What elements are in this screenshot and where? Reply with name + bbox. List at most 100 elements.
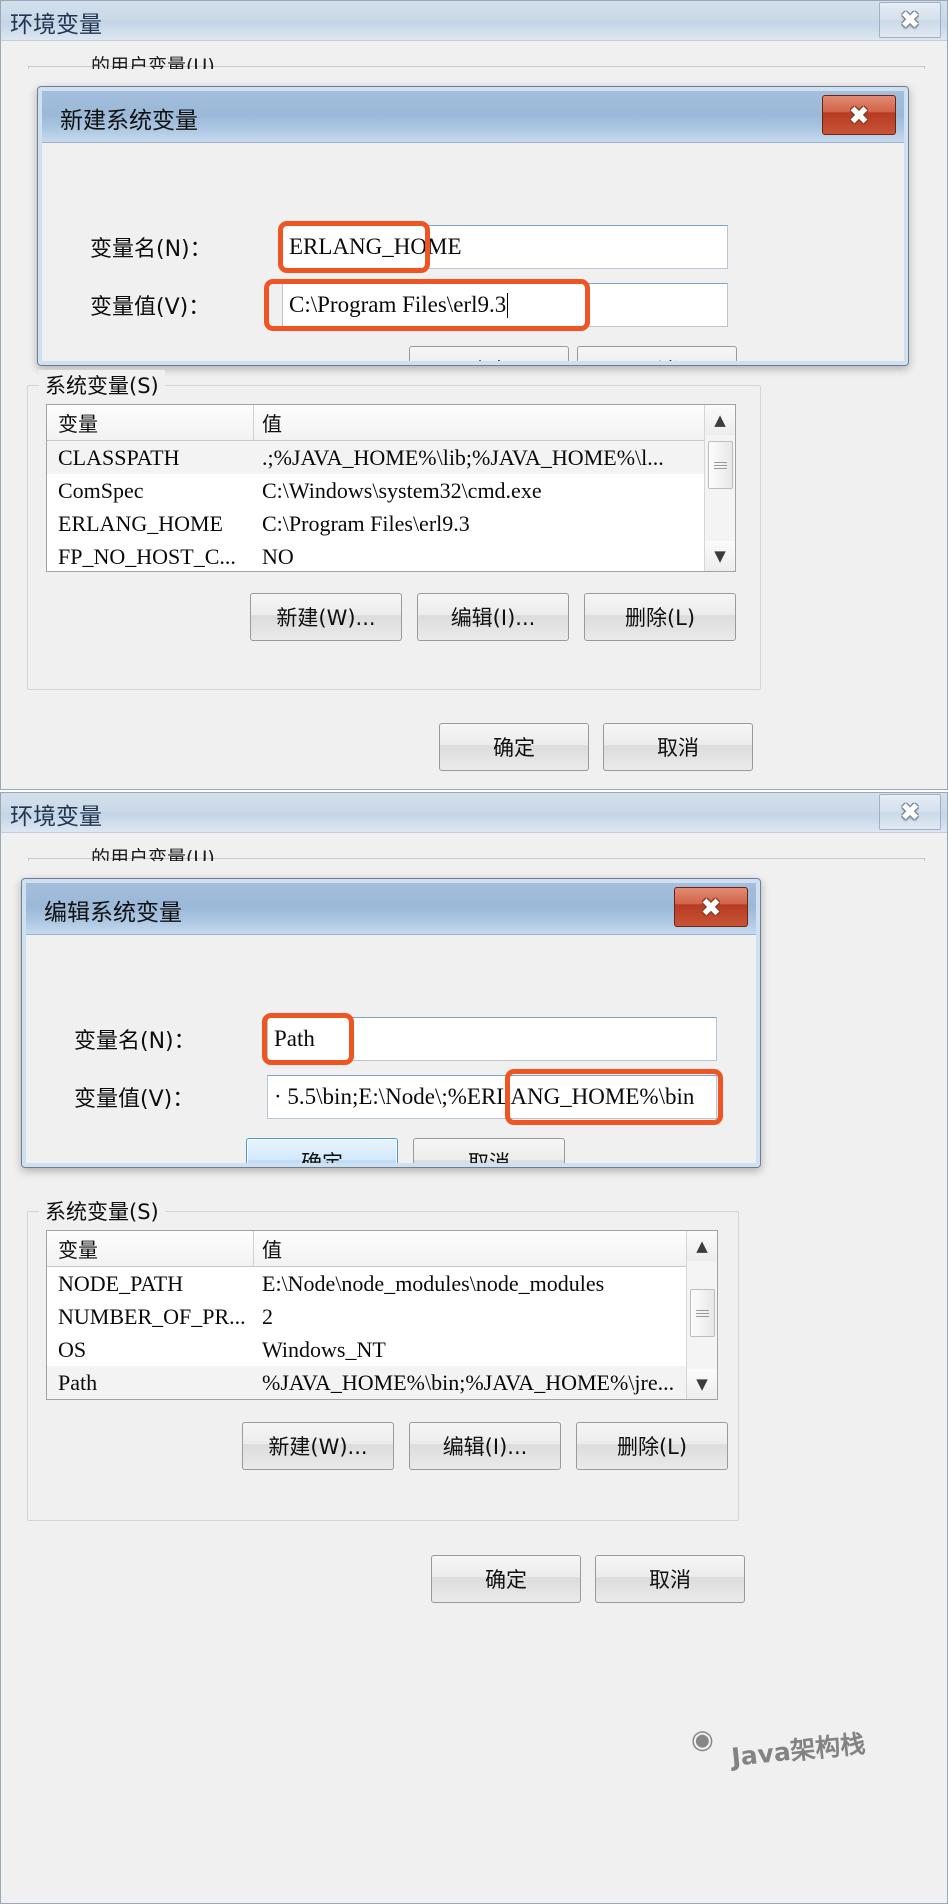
close-icon: ✖ [899, 798, 921, 826]
variable-name-row-edit: 变量名(N)： Path [22, 1017, 760, 1063]
text-caret [507, 292, 509, 318]
table-row[interactable]: ComSpec C:\Windows\system32\cmd.exe [47, 474, 735, 507]
dialog-ok-label-edit: 确定 [301, 1151, 343, 1168]
window-cancel-label-1: 取消 [657, 736, 699, 760]
row-variable-name: ERLANG_HOME [58, 510, 223, 536]
column-header-variable-1: 变量 [47, 405, 254, 440]
scroll-down-icon[interactable]: ▼ [705, 541, 735, 571]
edit-variable-button-2[interactable]: 编辑(I)... [409, 1422, 561, 1470]
row-variable-name: NUMBER_OF_PR... [58, 1303, 246, 1329]
window-cancel-label-2: 取消 [649, 1568, 691, 1592]
table-row[interactable]: NUMBER_OF_PR... 2 [47, 1300, 717, 1333]
variable-name-row-new: 变量名(N)： ERLANG_HOME [38, 225, 908, 271]
window-close-button-2[interactable]: ✖ [879, 794, 941, 830]
variable-value-input-edit[interactable]: · 5.5\bin;E:\Node\;%ERLANG_HOME%\bin [267, 1075, 717, 1119]
row-variable-name: FP_NO_HOST_C... [58, 543, 236, 569]
variable-value-row-new: 变量值(V)： C:\Program Files\erl9.3 [38, 283, 908, 329]
variable-name-input-edit[interactable]: Path [267, 1017, 717, 1061]
watermark: ◉ Java架构栈 [691, 1721, 941, 1787]
edit-variable-button-1[interactable]: 编辑(I)... [417, 593, 569, 641]
ghost-group-clip-1: 的用户变量(U) [1, 41, 948, 69]
window-body-1: 的用户变量(U) 新建系统变量 ✖ 变量名(N)： ERLANG_HOME 变量… [1, 41, 947, 789]
delete-variable-label-1: 删除(L) [624, 606, 696, 630]
row-variable-value: 2 [262, 1303, 273, 1329]
system-variables-groupbox-2: 系统变量(S) 变量 值 NODE_PATH E:\Node\node_modu… [27, 1196, 739, 1521]
table-row[interactable]: ERLANG_HOME C:\Program Files\erl9.3 [47, 507, 735, 540]
dialog-ok-button-edit[interactable]: 确定 [246, 1138, 398, 1168]
watermark-text: Java架构栈 [730, 1729, 867, 1772]
dialog-title-new: 新建系统变量 [60, 108, 198, 134]
user-variables-label-2: 的用户变量(U) [91, 847, 215, 861]
row-variable-name: OS [58, 1336, 87, 1362]
row-variable-value: C:\Windows\system32\cmd.exe [262, 477, 542, 503]
table-row[interactable]: NODE_PATH E:\Node\node_modules\node_modu… [47, 1267, 717, 1300]
new-variable-label-1: 新建(W)... [276, 606, 376, 630]
system-variables-list-2[interactable]: 变量 值 NODE_PATH E:\Node\node_modules\node… [46, 1230, 718, 1400]
row-variable-value: NO [262, 543, 294, 569]
table-row[interactable]: FP_NO_HOST_C... NO [47, 540, 735, 571]
system-variables-list-1[interactable]: 变量 值 CLASSPATH .;%JAVA_HOME%\lib;%JAVA_H… [46, 404, 736, 572]
table-row[interactable]: Path %JAVA_HOME%\bin;%JAVA_HOME%\jre... [47, 1366, 717, 1399]
variable-value-value-edit: · 5.5\bin;E:\Node\;%ERLANG_HOME%\bin [274, 1084, 695, 1109]
variable-name-value-new: ERLANG_HOME [289, 234, 462, 259]
close-icon: ✖ [899, 6, 921, 34]
edit-system-variable-dialog: 编辑系统变量 ✖ 变量名(N)： Path 变量值(V)： · 5.5\bin;… [21, 878, 761, 1168]
environment-variables-window-1: 环境变量 ✖ 的用户变量(U) 新建系统变量 ✖ 变量名(N)： ERLANG_… [0, 0, 948, 790]
table-row[interactable]: CLASSPATH .;%JAVA_HOME%\lib;%JAVA_HOME%\… [47, 441, 735, 474]
window-titlebar-2: 环境变量 ✖ [1, 793, 947, 833]
dialog-ok-label-new: 确定 [468, 355, 510, 365]
dialog-titlebar-new: 新建系统变量 ✖ [38, 87, 908, 143]
system-variables-title-2: 系统变量(S) [39, 1196, 165, 1226]
window-title-1: 环境变量 [10, 12, 102, 38]
window-title-2: 环境变量 [10, 804, 102, 830]
scrollbar-thumb[interactable] [708, 441, 733, 489]
dialog-close-button-edit[interactable]: ✖ [674, 887, 748, 927]
scrollbar-grip-icon [714, 460, 727, 471]
row-variable-name: NODE_PATH [58, 1270, 184, 1296]
new-variable-button-2[interactable]: 新建(W)... [242, 1422, 394, 1470]
delete-variable-button-2[interactable]: 删除(L) [576, 1422, 728, 1470]
new-variable-button-1[interactable]: 新建(W)... [250, 593, 402, 641]
variable-value-input-new[interactable]: C:\Program Files\erl9.3 [282, 283, 728, 327]
window-cancel-button-1[interactable]: 取消 [603, 723, 753, 771]
screenshot-root: 环境变量 ✖ 的用户变量(U) 新建系统变量 ✖ 变量名(N)： ERLANG_… [0, 0, 948, 1904]
edit-variable-label-1: 编辑(I)... [450, 606, 536, 630]
scrollbar-thumb[interactable] [690, 1289, 715, 1337]
list-scrollbar-1[interactable]: ▲ ▼ [704, 405, 735, 571]
scroll-down-icon[interactable]: ▼ [687, 1369, 717, 1399]
list-scrollbar-2[interactable]: ▲ ▼ [686, 1231, 717, 1399]
dialog-cancel-button-new[interactable]: 取消 [577, 346, 737, 365]
variable-name-input-new[interactable]: ERLANG_HOME [282, 225, 728, 269]
variable-value-value-new: C:\Program Files\erl9.3 [289, 292, 507, 317]
dialog-cancel-button-edit[interactable]: 取消 [413, 1138, 565, 1168]
window-ok-button-2[interactable]: 确定 [431, 1555, 581, 1603]
scroll-up-icon[interactable]: ▲ [705, 405, 735, 435]
variable-name-label-new: 变量名(N)： [90, 237, 212, 262]
ghost-group-clip-2: 的用户变量(U) [1, 833, 948, 861]
column-header-value-2: 值 [262, 1238, 282, 1262]
table-row[interactable]: OS Windows_NT [47, 1333, 717, 1366]
close-icon: ✖ [700, 892, 722, 922]
variable-value-label-new: 变量值(V)： [90, 295, 211, 320]
dialog-close-button-new[interactable]: ✖ [822, 95, 896, 135]
dialog-cancel-label-edit: 取消 [468, 1151, 510, 1168]
variable-value-row-edit: 变量值(V)： · 5.5\bin;E:\Node\;%ERLANG_HOME%… [22, 1075, 760, 1121]
window-close-button-1[interactable]: ✖ [879, 2, 941, 38]
window-ok-label-2: 确定 [485, 1568, 527, 1592]
scrollbar-grip-icon [696, 1308, 709, 1319]
window-cancel-button-2[interactable]: 取消 [595, 1555, 745, 1603]
user-variables-label-1: 的用户变量(U) [91, 55, 215, 69]
window-ok-button-1[interactable]: 确定 [439, 723, 589, 771]
table-row[interactable]: PATHEXT .COM;.EXE;.BAT;.CMD;.VBS;.VBE; [47, 1399, 717, 1400]
system-variables-groupbox-1: 系统变量(S) 变量 值 CLASSPATH .;%JAVA_HOME%\lib… [27, 370, 761, 690]
window-ok-label-1: 确定 [493, 736, 535, 760]
dialog-titlebar-edit: 编辑系统变量 ✖ [22, 879, 760, 935]
variable-name-value-edit: Path [274, 1026, 315, 1051]
dialog-title-edit: 编辑系统变量 [44, 900, 182, 926]
scroll-up-icon[interactable]: ▲ [687, 1231, 717, 1261]
system-variables-title-1: 系统变量(S) [39, 370, 165, 400]
dialog-ok-button-new[interactable]: 确定 [409, 346, 569, 365]
delete-variable-label-2: 删除(L) [616, 1435, 688, 1459]
delete-variable-button-1[interactable]: 删除(L) [584, 593, 736, 641]
window-body-2: 的用户变量(U) 编辑系统变量 ✖ 变量名(N)： Path 变量值(V)： ·… [1, 833, 947, 1903]
